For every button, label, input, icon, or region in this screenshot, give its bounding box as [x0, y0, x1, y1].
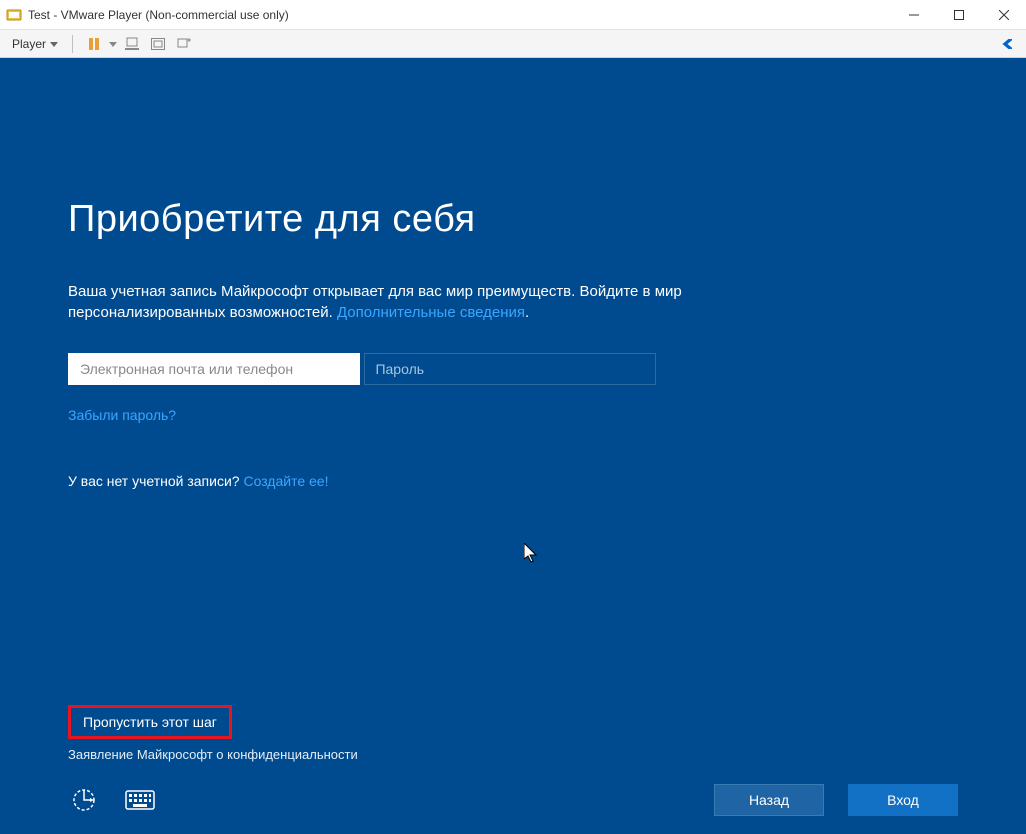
signin-button[interactable]: Вход	[848, 784, 958, 816]
password-field[interactable]	[364, 353, 656, 385]
player-menu-label: Player	[12, 37, 46, 51]
forgot-password-link[interactable]: Забыли пароль?	[68, 407, 958, 423]
no-account-text: У вас нет учетной записи? Создайте ее!	[68, 473, 958, 489]
vm-display[interactable]: Приобретите для себя Ваша учетная запись…	[0, 58, 1026, 834]
send-ctrl-alt-del-button[interactable]	[121, 33, 143, 55]
bottom-controls: Пропустить этот шаг Заявление Майкрософт…	[68, 705, 958, 816]
minimize-button[interactable]	[891, 0, 936, 29]
keyboard-icon[interactable]	[124, 788, 156, 812]
close-button[interactable]	[981, 0, 1026, 29]
vmware-icon	[6, 7, 22, 23]
ease-of-access-icon[interactable]	[68, 788, 100, 812]
window-titlebar: Test - VMware Player (Non-commercial use…	[0, 0, 1026, 30]
page-subtext: Ваша учетная запись Майкрософт открывает…	[68, 281, 708, 323]
window-title: Test - VMware Player (Non-commercial use…	[28, 8, 891, 22]
player-menu[interactable]: Player	[8, 35, 62, 53]
toolbar-separator	[72, 35, 73, 53]
fullscreen-button[interactable]	[147, 33, 169, 55]
window-controls	[891, 0, 1026, 29]
chevron-down-icon	[50, 40, 58, 48]
create-account-link[interactable]: Создайте ее!	[243, 473, 328, 489]
vmware-toolbar: Player	[0, 30, 1026, 58]
page-title: Приобретите для себя	[68, 198, 958, 241]
learn-more-link[interactable]: Дополнительные сведения	[337, 304, 525, 321]
skip-step-button[interactable]: Пропустить этот шаг	[68, 705, 232, 739]
login-form	[68, 353, 958, 397]
back-button[interactable]: Назад	[714, 784, 824, 816]
privacy-link[interactable]: Заявление Майкрософт о конфиденциальност…	[68, 747, 958, 762]
email-field[interactable]	[68, 353, 360, 385]
chevron-down-icon[interactable]	[109, 40, 117, 48]
pause-button[interactable]	[83, 33, 105, 55]
unity-button[interactable]	[173, 33, 195, 55]
collapse-toolbar-button[interactable]	[996, 33, 1018, 55]
maximize-button[interactable]	[936, 0, 981, 29]
